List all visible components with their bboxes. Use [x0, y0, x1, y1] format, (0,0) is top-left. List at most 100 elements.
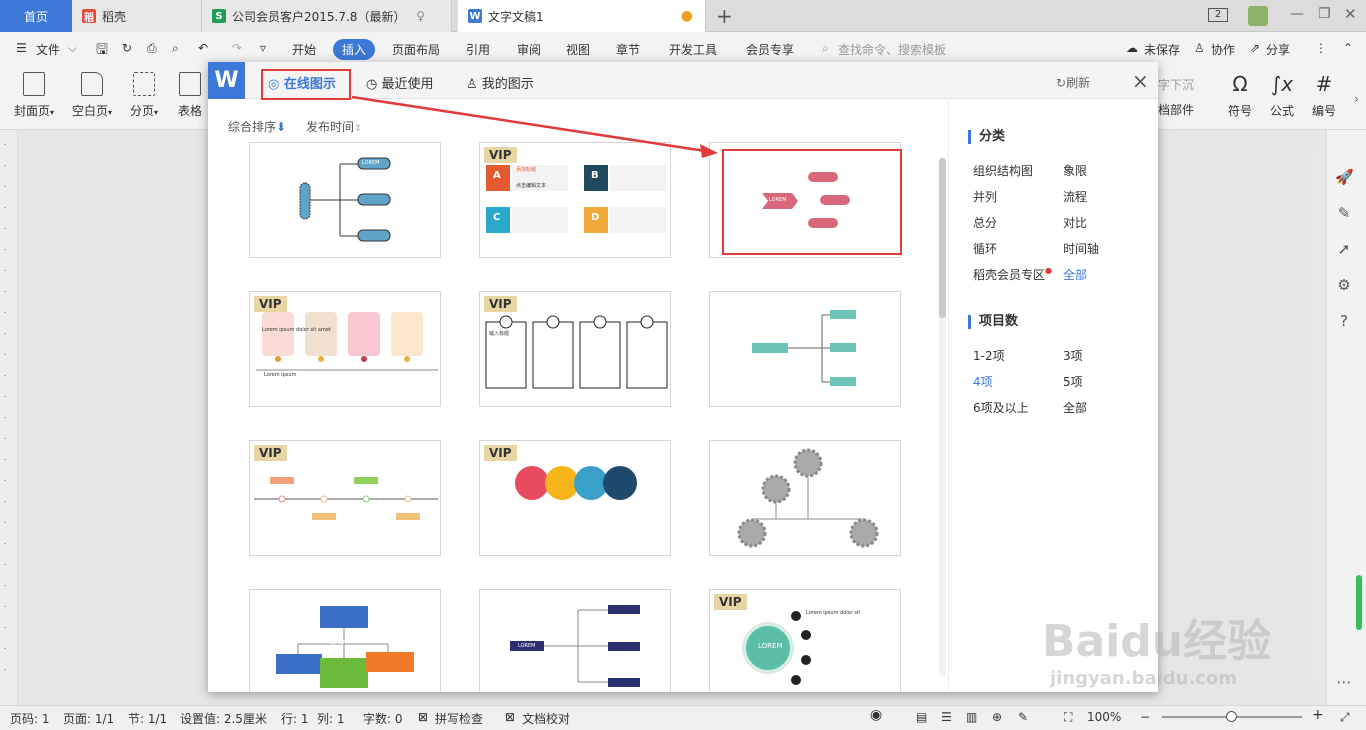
- count-4[interactable]: 4项: [973, 373, 993, 390]
- web-view-icon[interactable]: ⊕: [992, 710, 1002, 724]
- pin-icon[interactable]: ♀: [416, 9, 425, 23]
- diagram-card[interactable]: [709, 291, 901, 407]
- category-total[interactable]: 总分: [973, 214, 997, 231]
- diagram-card[interactable]: A B C D VIP: [479, 142, 671, 258]
- menu-section[interactable]: 章节: [616, 41, 640, 58]
- category-quadrant[interactable]: 象限: [1063, 162, 1087, 179]
- menu-review[interactable]: 审阅: [517, 41, 541, 58]
- unsaved-button[interactable]: 未保存: [1144, 41, 1180, 58]
- count-5[interactable]: 5项: [1063, 373, 1083, 390]
- collapse-ribbon-icon[interactable]: ⌃: [1343, 41, 1353, 55]
- redo-icon[interactable]: ↷: [232, 41, 242, 55]
- undo-icon[interactable]: ↶: [198, 41, 208, 55]
- menu-devtools[interactable]: 开发工具: [669, 41, 717, 58]
- zoom-out-button[interactable]: −: [1140, 710, 1150, 724]
- export-icon[interactable]: ↻: [122, 41, 132, 55]
- count-1-2[interactable]: 1-2项: [973, 347, 1005, 364]
- tab-home[interactable]: 首页: [0, 0, 72, 32]
- diagram-card[interactable]: [249, 142, 441, 258]
- hamburger-icon[interactable]: ☰: [16, 41, 27, 55]
- settings-slider-icon[interactable]: ⚙: [1335, 276, 1353, 294]
- sort-time[interactable]: 发布时间⇕: [306, 118, 362, 135]
- dialog-close-button[interactable]: ×: [1132, 69, 1149, 93]
- diagram-card[interactable]: VIP: [249, 440, 441, 556]
- diagram-card[interactable]: [709, 440, 901, 556]
- page-view-icon[interactable]: ▤: [916, 710, 927, 724]
- numbering-button[interactable]: # 编号: [1298, 72, 1350, 119]
- zoom-in-button[interactable]: +: [1312, 707, 1324, 723]
- category-parallel[interactable]: 并列: [973, 188, 997, 205]
- diagram-card[interactable]: VIP: [479, 440, 671, 556]
- reading-view-icon[interactable]: ▥: [966, 710, 977, 724]
- tab-my-diagrams[interactable]: ♙ 我的图示: [466, 73, 534, 92]
- pen-icon[interactable]: ✎: [1335, 204, 1353, 222]
- tab-spreadsheet[interactable]: S 公司会员客户2015.7.8（最新） ♀: [202, 0, 452, 32]
- proofread-button[interactable]: 文档校对: [522, 710, 570, 727]
- new-tab-button[interactable]: +: [716, 4, 733, 28]
- save-icon[interactable]: 🖫: [96, 39, 108, 63]
- command-search-input[interactable]: 查找命令、搜索模板: [838, 41, 946, 58]
- category-cycle[interactable]: 循环: [973, 240, 997, 257]
- status-row[interactable]: 行: 1: [281, 710, 309, 727]
- share-button[interactable]: 分享: [1266, 41, 1290, 58]
- count-all[interactable]: 全部: [1063, 399, 1087, 416]
- more-quick-icon[interactable]: ▿: [260, 41, 266, 55]
- ribbon-scroll-right-icon[interactable]: ›: [1354, 92, 1359, 106]
- page-count-badge[interactable]: 2: [1208, 8, 1228, 22]
- window-close-icon[interactable]: ✕: [1344, 5, 1357, 23]
- menu-member[interactable]: 会员专享: [746, 41, 794, 58]
- refresh-button[interactable]: ↻刷新: [1056, 74, 1090, 91]
- category-process[interactable]: 流程: [1063, 188, 1087, 205]
- category-member-zone[interactable]: 稻壳会员专区●: [973, 266, 1052, 283]
- eye-icon[interactable]: ◉: [870, 707, 882, 723]
- more-icon[interactable]: ⋯: [1335, 673, 1353, 691]
- help-icon[interactable]: ?: [1335, 312, 1353, 330]
- status-setting[interactable]: 设置值: 2.5厘米: [180, 710, 267, 727]
- outline-view-icon[interactable]: ☰: [941, 710, 952, 724]
- fit-icon[interactable]: ⛶: [1064, 710, 1072, 725]
- sort-combined[interactable]: 综合排序⬇: [228, 118, 286, 135]
- restore-icon[interactable]: ❐: [1318, 6, 1331, 22]
- menu-file[interactable]: 文件: [36, 41, 60, 58]
- zoom-slider-handle[interactable]: [1226, 711, 1237, 722]
- diagram-card[interactable]: VIP: [249, 291, 441, 407]
- menu-layout[interactable]: 页面布局: [392, 41, 440, 58]
- category-org[interactable]: 组织结构图: [973, 162, 1033, 179]
- category-timeline[interactable]: 时间轴: [1063, 240, 1099, 257]
- zoom-level[interactable]: 100%: [1087, 710, 1121, 724]
- diagram-card[interactable]: VIP: [709, 589, 901, 692]
- category-compare[interactable]: 对比: [1063, 214, 1087, 231]
- collab-button[interactable]: 协作: [1211, 41, 1235, 58]
- chevron-down-icon[interactable]: ⌵: [68, 41, 77, 56]
- spell-check-button[interactable]: 拼写检查: [435, 710, 483, 727]
- status-pages[interactable]: 页面: 1/1: [63, 710, 114, 727]
- tab-daoke[interactable]: 稻稻壳: [72, 0, 202, 32]
- document-scrollbar[interactable]: [1311, 150, 1320, 680]
- gallery-scroll-thumb[interactable]: [939, 158, 946, 318]
- more-menu-icon[interactable]: ⋮: [1315, 41, 1327, 55]
- doc-parts-button[interactable]: 档部件: [1158, 101, 1194, 118]
- status-page-code[interactable]: 页码: 1: [10, 710, 50, 727]
- cover-page-button[interactable]: 封面页▾: [8, 72, 60, 119]
- status-col[interactable]: 列: 1: [317, 710, 345, 727]
- avatar[interactable]: [1248, 6, 1268, 26]
- menu-insert[interactable]: 插入: [333, 39, 376, 60]
- table-button[interactable]: 表格: [172, 72, 208, 119]
- tab-recent[interactable]: ◷ 最近使用: [366, 73, 434, 92]
- rocket-icon[interactable]: 🚀: [1335, 168, 1354, 186]
- minimize-icon[interactable]: —: [1290, 6, 1304, 22]
- page-scroll-indicator[interactable]: [1356, 575, 1362, 630]
- count-3[interactable]: 3项: [1063, 347, 1083, 364]
- status-section[interactable]: 节: 1/1: [128, 710, 167, 727]
- diagram-card[interactable]: VIP: [479, 291, 671, 407]
- print-icon[interactable]: ⎙: [147, 41, 157, 56]
- menu-reference[interactable]: 引用: [466, 41, 490, 58]
- drop-cap-button[interactable]: 字下沉: [1158, 76, 1194, 93]
- preview-icon[interactable]: ⌕: [172, 41, 179, 56]
- diagram-card[interactable]: [479, 589, 671, 692]
- blank-page-button[interactable]: 空白页▾: [66, 72, 118, 119]
- category-all[interactable]: 全部: [1063, 266, 1087, 283]
- tab-document[interactable]: W 文字文稿1 ●: [458, 0, 706, 32]
- page-break-button[interactable]: 分页▾: [118, 72, 170, 119]
- cursor-icon[interactable]: ➚: [1335, 240, 1353, 258]
